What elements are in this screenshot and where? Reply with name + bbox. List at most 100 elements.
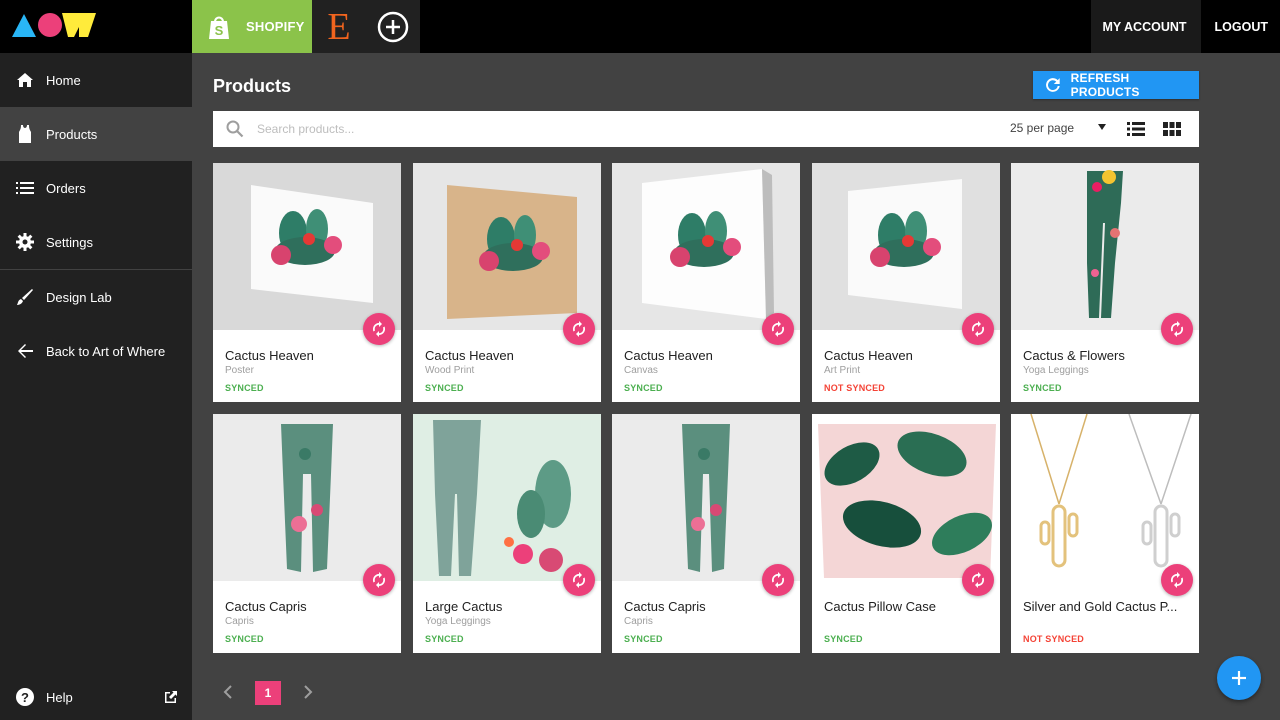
sidebar-item-label: Home (46, 72, 81, 88)
search-icon (226, 120, 244, 138)
sync-status-badge: SYNCED (225, 383, 264, 393)
etsy-icon: E (327, 5, 351, 48)
sidebar-item-back-to-art-of-where[interactable]: Back to Art of Where (0, 324, 192, 378)
sync-button[interactable] (363, 313, 395, 345)
product-type: Yoga Leggings (425, 616, 491, 627)
help-link[interactable]: ? Help (0, 674, 192, 720)
sync-status-badge: SYNCED (624, 383, 663, 393)
product-name: Cactus Heaven (624, 348, 713, 363)
dropdown-arrow-icon[interactable] (1098, 123, 1106, 131)
product-image (812, 163, 1000, 330)
sync-status-badge: SYNCED (824, 634, 863, 644)
page-title: Products (213, 76, 292, 96)
sync-icon (971, 321, 985, 337)
sidebar-item-home[interactable]: Home (0, 53, 192, 107)
sidebar-item-settings[interactable]: Settings (0, 215, 192, 269)
refresh-icon (1046, 78, 1060, 92)
product-image (612, 414, 800, 581)
tab-shopify-label: SHOPIFY (246, 19, 305, 34)
product-card[interactable]: Large Cactus Yoga Leggings SYNCED (413, 414, 601, 653)
sync-button[interactable] (762, 564, 794, 596)
refresh-products-label: REFRESH PRODUCTS (1070, 71, 1140, 99)
tab-etsy[interactable]: E (312, 0, 366, 53)
sidebar: Home Products Orders Settings Design Lab… (0, 53, 192, 720)
product-type: Wood Print (425, 365, 475, 376)
chevron-right-icon[interactable] (301, 684, 315, 700)
sync-button[interactable] (762, 313, 794, 345)
product-card[interactable]: Cactus Heaven Poster SYNCED (213, 163, 401, 402)
chevron-left-icon[interactable] (221, 684, 235, 700)
sync-icon (1170, 572, 1184, 588)
external-link-icon (165, 691, 177, 703)
shopify-bag-icon: S (209, 16, 229, 39)
product-card[interactable]: Cactus Pillow Case SYNCED (812, 414, 1000, 653)
product-type: Canvas (624, 365, 658, 376)
sidebar-item-orders[interactable]: Orders (0, 161, 192, 215)
sync-status-badge: SYNCED (425, 634, 464, 644)
sync-button[interactable] (962, 564, 994, 596)
sync-status-badge: NOT SYNCED (824, 383, 886, 393)
sync-status-badge: SYNCED (425, 383, 464, 393)
page-number-button[interactable]: 1 (255, 681, 281, 705)
sidebar-item-products[interactable]: Products (0, 107, 192, 161)
sidebar-item-label: Orders (46, 180, 86, 196)
product-name: Cactus Heaven (824, 348, 913, 363)
product-type: Yoga Leggings (1023, 365, 1089, 376)
product-name: Cactus & Flowers (1023, 348, 1125, 363)
sync-button[interactable] (1161, 313, 1193, 345)
product-image (213, 414, 401, 581)
refresh-products-button[interactable]: REFRESH PRODUCTS (1033, 71, 1199, 99)
product-name: Cactus Pillow Case (824, 599, 936, 614)
list-icon (15, 178, 35, 198)
tab-shopify[interactable]: S SHOPIFY (192, 0, 312, 53)
product-name: Large Cactus (425, 599, 503, 614)
product-image (612, 163, 800, 330)
product-image (413, 163, 601, 330)
product-card[interactable]: Cactus Capris Capris SYNCED (213, 414, 401, 653)
product-card[interactable]: Cactus Heaven Wood Print SYNCED (413, 163, 601, 402)
product-type: Poster (225, 365, 254, 376)
product-name: Cactus Capris (624, 599, 706, 614)
sidebar-item-label: Products (46, 126, 98, 142)
product-name: Cactus Heaven (225, 348, 314, 363)
sync-icon (372, 572, 386, 588)
product-card[interactable]: Cactus & Flowers Yoga Leggings SYNCED (1011, 163, 1199, 402)
product-image (1011, 414, 1199, 581)
product-name: Silver and Gold Cactus P... (1023, 599, 1178, 614)
product-card[interactable]: Cactus Heaven Canvas SYNCED (612, 163, 800, 402)
product-card[interactable]: Cactus Heaven Art Print NOT SYNCED (812, 163, 1000, 402)
sync-button[interactable] (962, 313, 994, 345)
product-name: Cactus Capris (225, 599, 307, 614)
sidebar-item-design-lab[interactable]: Design Lab (0, 270, 192, 324)
my-account-link[interactable]: MY ACCOUNT (1091, 0, 1201, 53)
sync-status-badge: NOT SYNCED (1023, 634, 1085, 644)
product-card[interactable]: Cactus Capris Capris SYNCED (612, 414, 800, 653)
search-input[interactable] (257, 119, 857, 139)
sync-icon (771, 572, 785, 588)
add-circle-icon (377, 11, 409, 42)
tank-top-icon (15, 124, 35, 144)
product-card[interactable]: Silver and Gold Cactus P... NOT SYNCED (1011, 414, 1199, 653)
product-image (413, 414, 601, 581)
per-page-select[interactable]: 25 per page (1010, 121, 1074, 135)
grid-view-icon[interactable] (1163, 121, 1181, 137)
product-type: Capris (225, 616, 254, 627)
logout-link[interactable]: LOGOUT (1200, 0, 1280, 53)
add-product-button[interactable] (1217, 656, 1261, 700)
product-name: Cactus Heaven (425, 348, 514, 363)
sync-icon (572, 321, 586, 337)
tab-add-store[interactable] (366, 0, 420, 53)
svg-text:?: ? (21, 690, 29, 705)
sync-button[interactable] (1161, 564, 1193, 596)
top-bar: S SHOPIFY E MY ACCOUNT LOGOUT (0, 0, 1280, 53)
sync-status-badge: SYNCED (1023, 383, 1062, 393)
help-label: Help (46, 689, 73, 705)
sync-button[interactable] (563, 564, 595, 596)
sync-button[interactable] (563, 313, 595, 345)
plus-icon (1232, 671, 1246, 685)
list-view-icon[interactable] (1127, 121, 1145, 137)
sync-button[interactable] (363, 564, 395, 596)
sidebar-item-label: Settings (46, 234, 93, 250)
aow-logo[interactable] (0, 0, 192, 53)
product-type: Art Print (824, 365, 861, 376)
